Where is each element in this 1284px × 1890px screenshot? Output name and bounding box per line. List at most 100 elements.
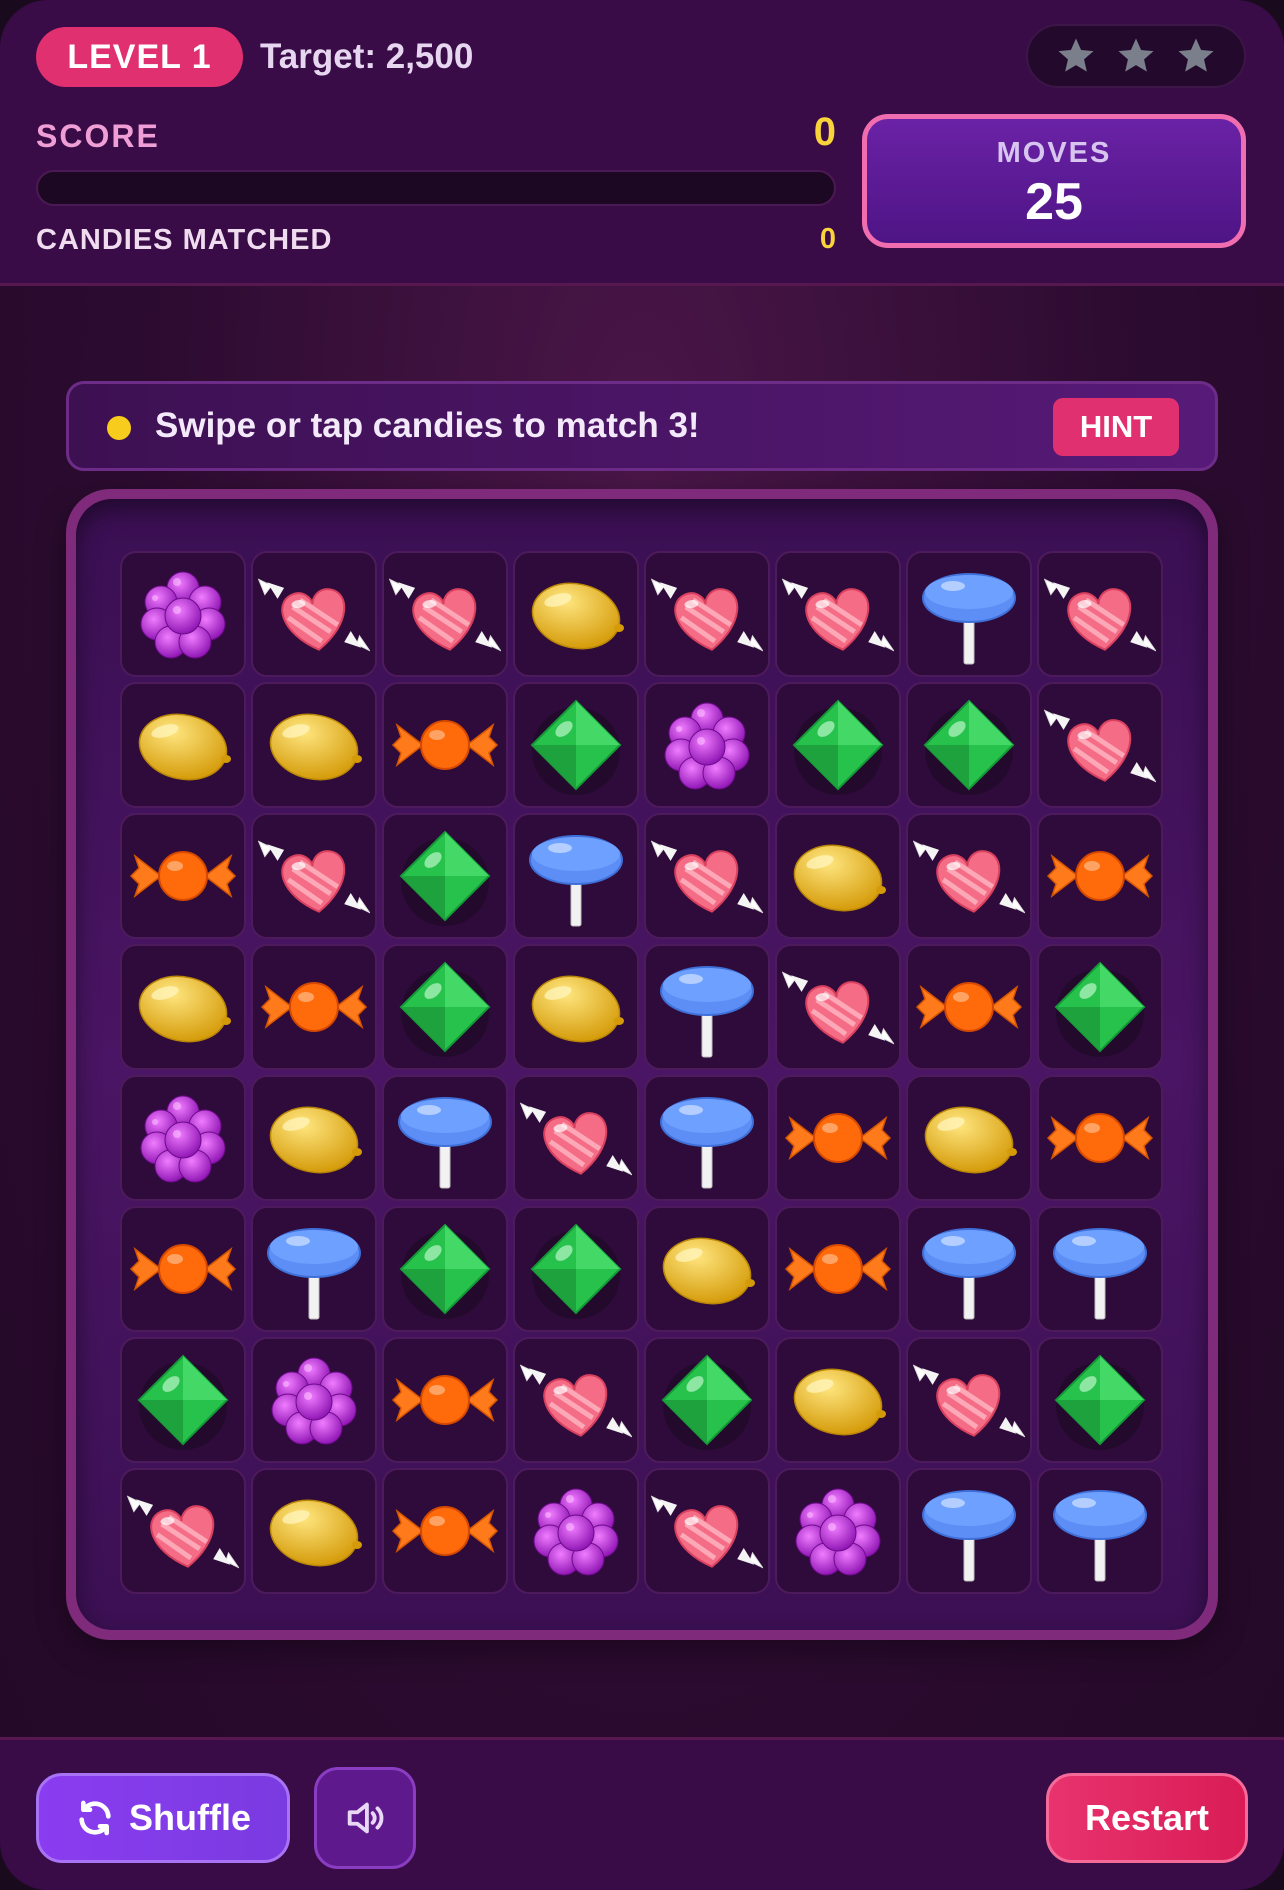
game-screen: LEVEL 1 Target: 2,500 SCORE 0 CANDIES MA… bbox=[0, 0, 1284, 1890]
board-cell[interactable] bbox=[251, 551, 377, 677]
pink-heart-candy-icon bbox=[520, 1364, 632, 1438]
green-gem-candy-icon bbox=[399, 830, 491, 926]
purple-grape-candy-icon bbox=[140, 1095, 226, 1183]
board-cell[interactable] bbox=[775, 682, 901, 808]
board-cell[interactable] bbox=[1037, 1206, 1163, 1332]
score-value: 0 bbox=[813, 110, 836, 154]
board-cell[interactable] bbox=[1037, 944, 1163, 1070]
board-cell[interactable] bbox=[775, 551, 901, 677]
board-inner bbox=[76, 499, 1208, 1630]
game-header: LEVEL 1 Target: 2,500 SCORE 0 CANDIES MA… bbox=[0, 0, 1284, 286]
blue-lollipop-icon bbox=[660, 966, 754, 1058]
board-cell[interactable] bbox=[120, 551, 246, 677]
board-cell[interactable] bbox=[251, 682, 377, 808]
board-cell[interactable] bbox=[644, 813, 770, 939]
board-cell[interactable] bbox=[775, 944, 901, 1070]
board-cell[interactable] bbox=[906, 1337, 1032, 1463]
sound-toggle-button[interactable] bbox=[314, 1767, 416, 1869]
board-cell[interactable] bbox=[513, 813, 639, 939]
shuffle-label: Shuffle bbox=[129, 1797, 251, 1838]
board-cell[interactable] bbox=[251, 1468, 377, 1594]
board-cell[interactable] bbox=[1037, 1468, 1163, 1594]
yellow-lemon-candy-icon bbox=[269, 1499, 362, 1567]
orange-wrapped-candy-icon bbox=[915, 982, 1023, 1032]
board-cell[interactable] bbox=[644, 944, 770, 1070]
blue-lollipop-icon bbox=[922, 1490, 1016, 1582]
pink-heart-candy-icon bbox=[782, 971, 894, 1045]
board-cell[interactable] bbox=[251, 1075, 377, 1201]
board-cell[interactable] bbox=[120, 1206, 246, 1332]
board-cell[interactable] bbox=[1037, 551, 1163, 677]
board-cell[interactable] bbox=[906, 1468, 1032, 1594]
board-cell[interactable] bbox=[906, 682, 1032, 808]
board-cell[interactable] bbox=[120, 944, 246, 1070]
board-cell[interactable] bbox=[644, 1468, 770, 1594]
pink-heart-candy-icon bbox=[651, 840, 763, 914]
board-cell[interactable] bbox=[382, 1075, 508, 1201]
board-cell[interactable] bbox=[251, 944, 377, 1070]
green-gem-candy-icon bbox=[530, 699, 622, 795]
board-cell[interactable] bbox=[513, 1075, 639, 1201]
board-cell[interactable] bbox=[644, 1206, 770, 1332]
green-gem-candy-icon bbox=[923, 699, 1015, 795]
board-cell[interactable] bbox=[382, 944, 508, 1070]
yellow-lemon-candy-icon bbox=[793, 1368, 886, 1436]
board-cell[interactable] bbox=[120, 1337, 246, 1463]
pink-heart-candy-icon bbox=[782, 578, 894, 652]
board-cell[interactable] bbox=[1037, 682, 1163, 808]
board-cell[interactable] bbox=[1037, 813, 1163, 939]
board-cell[interactable] bbox=[644, 1337, 770, 1463]
board-cell[interactable] bbox=[382, 682, 508, 808]
board-cell[interactable] bbox=[513, 1337, 639, 1463]
board-cell[interactable] bbox=[251, 1337, 377, 1463]
board-cell[interactable] bbox=[120, 813, 246, 939]
restart-button[interactable]: Restart bbox=[1046, 1773, 1248, 1863]
board-cell[interactable] bbox=[382, 1206, 508, 1332]
board-cell[interactable] bbox=[775, 1468, 901, 1594]
yellow-lemon-candy-icon bbox=[269, 1106, 362, 1174]
board-cell[interactable] bbox=[382, 551, 508, 677]
board-cell[interactable] bbox=[644, 1075, 770, 1201]
blue-lollipop-icon bbox=[922, 1228, 1016, 1320]
purple-grape-candy-icon bbox=[271, 1357, 357, 1445]
board-cell[interactable] bbox=[251, 813, 377, 939]
blue-lollipop-icon bbox=[1053, 1490, 1147, 1582]
board-cell[interactable] bbox=[120, 682, 246, 808]
green-gem-candy-icon bbox=[1054, 1354, 1146, 1450]
board-cell[interactable] bbox=[382, 813, 508, 939]
board-cell[interactable] bbox=[775, 1206, 901, 1332]
board-cell[interactable] bbox=[513, 1206, 639, 1332]
board-cell[interactable] bbox=[120, 1468, 246, 1594]
target-score: Target: 2,500 bbox=[260, 37, 474, 76]
board-cell[interactable] bbox=[513, 944, 639, 1070]
board-cell[interactable] bbox=[775, 1337, 901, 1463]
hint-button[interactable]: HINT bbox=[1053, 398, 1179, 456]
board-cell[interactable] bbox=[120, 1075, 246, 1201]
board-cell[interactable] bbox=[906, 551, 1032, 677]
board-cell[interactable] bbox=[251, 1206, 377, 1332]
board-cell[interactable] bbox=[775, 813, 901, 939]
board-cell[interactable] bbox=[775, 1075, 901, 1201]
board-cell[interactable] bbox=[513, 551, 639, 677]
yellow-lemon-candy-icon bbox=[531, 975, 624, 1043]
board-cell[interactable] bbox=[1037, 1337, 1163, 1463]
board-cell[interactable] bbox=[906, 1075, 1032, 1201]
orange-wrapped-candy-icon bbox=[784, 1244, 892, 1294]
board-cell[interactable] bbox=[906, 944, 1032, 1070]
speaker-icon bbox=[347, 1802, 384, 1834]
board-cell[interactable] bbox=[1037, 1075, 1163, 1201]
board-cell[interactable] bbox=[906, 813, 1032, 939]
moves-label: MOVES bbox=[996, 137, 1112, 169]
board-cell[interactable] bbox=[906, 1206, 1032, 1332]
board-cell[interactable] bbox=[513, 682, 639, 808]
yellow-lemon-candy-icon bbox=[662, 1237, 755, 1305]
yellow-lemon-candy-icon bbox=[269, 713, 362, 781]
board-cell[interactable] bbox=[644, 682, 770, 808]
board-cell[interactable] bbox=[513, 1468, 639, 1594]
shuffle-button[interactable]: Shuffle bbox=[36, 1773, 290, 1863]
board-cell[interactable] bbox=[382, 1337, 508, 1463]
pink-heart-candy-icon bbox=[913, 840, 1025, 914]
board-cell[interactable] bbox=[382, 1468, 508, 1594]
orange-wrapped-candy-icon bbox=[129, 851, 237, 901]
board-cell[interactable] bbox=[644, 551, 770, 677]
